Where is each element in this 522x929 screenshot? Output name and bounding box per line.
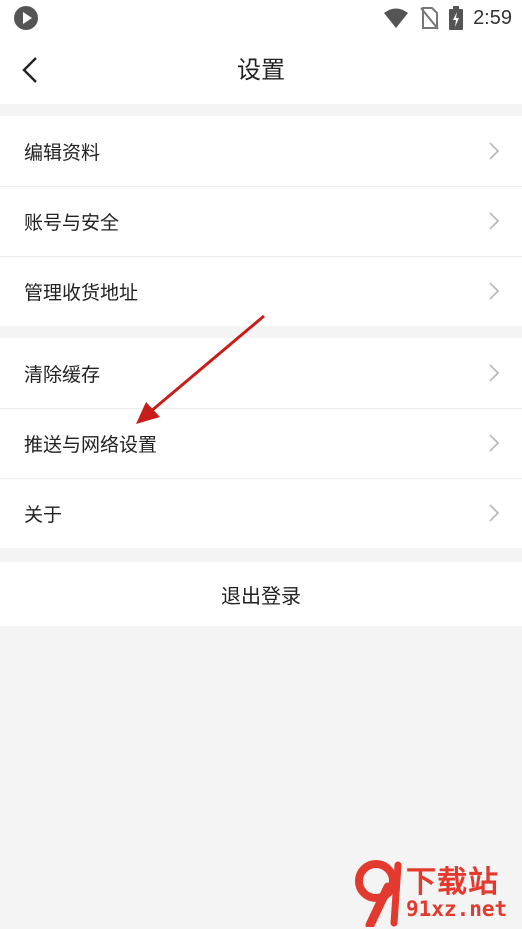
settings-item-push-network[interactable]: 推送与网络设置 (0, 408, 522, 478)
no-sim-icon (420, 7, 439, 30)
settings-item-label: 清除缓存 (24, 363, 101, 386)
settings-screen: 2:59 设置 编辑资料 账号与安全 管理收货地址 清除缓存 推送与网络设置 关… (0, 0, 522, 929)
chevron-right-icon (489, 282, 500, 300)
settings-item-label: 账号与安全 (24, 211, 120, 234)
chevron-right-icon (489, 212, 500, 230)
settings-item-edit-profile[interactable]: 编辑资料 (0, 116, 522, 186)
play-icon (14, 6, 38, 30)
battery-charging-icon (449, 6, 464, 30)
watermark-url: 91xz.net (406, 897, 508, 921)
chevron-right-icon (489, 364, 500, 382)
settings-item-label: 管理收货地址 (24, 281, 139, 304)
chevron-right-icon (489, 434, 500, 452)
chevron-right-icon (489, 142, 500, 160)
settings-item-clear-cache[interactable]: 清除缓存 (0, 338, 522, 408)
settings-item-label: 推送与网络设置 (24, 433, 158, 456)
watermark: 下载站 91xz.net (348, 857, 518, 927)
settings-item-account-security[interactable]: 账号与安全 (0, 186, 522, 256)
settings-item-label: 编辑资料 (24, 141, 101, 164)
watermark-logo-icon (355, 860, 402, 927)
header-bar: 设置 (0, 36, 522, 104)
settings-group-general: 清除缓存 推送与网络设置 关于 (0, 338, 522, 548)
settings-item-address[interactable]: 管理收货地址 (0, 256, 522, 326)
status-bar: 2:59 (0, 0, 522, 36)
status-time: 2:59 (473, 6, 512, 29)
wifi-icon (384, 8, 409, 28)
chevron-right-icon (489, 504, 500, 522)
settings-item-about[interactable]: 关于 (0, 478, 522, 548)
logout-label: 退出登录 (221, 583, 301, 608)
logout-button[interactable]: 退出登录 (0, 562, 522, 626)
page-title: 设置 (237, 56, 285, 84)
status-icons: 2:59 (383, 4, 512, 32)
settings-group-account: 编辑资料 账号与安全 管理收货地址 (0, 116, 522, 326)
watermark-title: 下载站 (406, 865, 499, 900)
settings-item-label: 关于 (24, 503, 63, 526)
